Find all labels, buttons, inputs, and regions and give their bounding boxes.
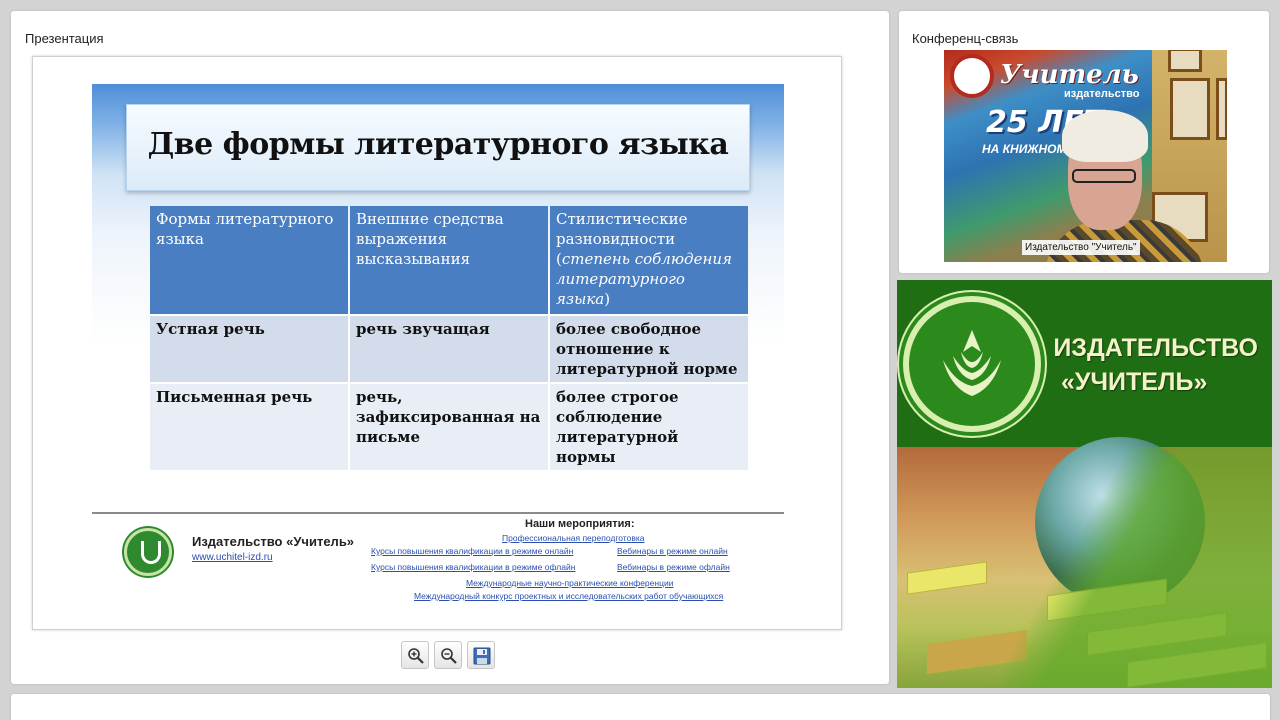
banner-text: Учитель (1000, 60, 1139, 90)
zoom-in-button[interactable] (401, 641, 429, 669)
slide-title: Две формы литературного языка (147, 127, 729, 162)
zoom-out-icon (441, 648, 457, 664)
publisher-logo-icon (124, 528, 172, 576)
table-header-cell: Внешние средства выражения высказывания (350, 206, 548, 314)
table-cell: речь, зафиксированная на письме (350, 384, 548, 470)
event-link[interactable]: Международный конкурс проектных и исслед… (414, 591, 723, 601)
slide-footer: Издательство «Учитель» www.uchitel-izd.r… (92, 512, 784, 607)
table-row: Устная речь речь звучащая более свободно… (150, 316, 748, 382)
slide-title-box: Две формы литературного языка (126, 104, 750, 191)
ad-title-line: «УЧИТЕЛЬ» (1061, 368, 1208, 396)
event-link[interactable]: Вебинары в режиме офлайн (617, 562, 730, 572)
table-cell: более строгое соблюдение литературной но… (550, 384, 748, 470)
publisher-ad-banner[interactable]: ИЗДАТЕЛЬСТВО «УЧИТЕЛЬ» (897, 280, 1272, 688)
wall-frame (1168, 50, 1202, 72)
conference-panel: Конференц-связь Учитель издательство 25 … (899, 11, 1269, 273)
table-cell: Письменная речь (150, 384, 348, 470)
presentation-panel: Презентация Две формы литературного язык… (11, 11, 889, 684)
events-title: Наши мероприятия: (525, 518, 635, 530)
video-feed[interactable]: Учитель издательство 25 ЛЕТ НА КНИЖНОМ Р… (944, 50, 1227, 262)
ad-title-line: ИЗДАТЕЛЬСТВО (1053, 334, 1258, 362)
event-link[interactable]: Вебинары в режиме онлайн (617, 546, 728, 556)
table-cell: Устная речь (150, 316, 348, 382)
publisher-url-link[interactable]: www.uchitel-izd.ru (192, 552, 273, 563)
event-link[interactable]: Профессиональная переподготовка (502, 533, 644, 543)
event-link[interactable]: Курсы повышения квалификации в режиме он… (371, 546, 573, 556)
wall-frame (1170, 78, 1210, 140)
slide: Две формы литературного языка Формы лите… (92, 84, 784, 484)
slide-frame: Две формы литературного языка Формы лите… (32, 56, 842, 630)
conference-panel-title: Конференц-связь (912, 31, 1019, 46)
save-button[interactable] (467, 641, 495, 669)
save-icon (473, 647, 491, 665)
video-caption: Издательство "Учитель" (1022, 240, 1140, 255)
banner-text: издательство (1064, 88, 1140, 100)
table-header-cell: Формы литературного языка (150, 206, 348, 314)
table-row: Письменная речь речь, зафиксированная на… (150, 384, 748, 470)
ad-photo (897, 437, 1272, 688)
table-header-cell: Стилистические разновидности (степень со… (550, 206, 748, 314)
zoom-in-icon (408, 648, 424, 664)
speaker-hair (1062, 110, 1148, 162)
banner-logo-icon (950, 54, 994, 98)
banner-text: НА КНИЖНОМ (982, 142, 1067, 156)
table-cell: более свободное отношение к литературной… (550, 316, 748, 382)
speaker-glasses (1072, 169, 1136, 183)
ad-logo-icon (903, 296, 1041, 432)
table-cell: речь звучащая (350, 316, 548, 382)
ad-header: ИЗДАТЕЛЬСТВО «УЧИТЕЛЬ» (897, 280, 1272, 447)
zoom-out-button[interactable] (434, 641, 462, 669)
publisher-name: Издательство «Учитель» (192, 534, 355, 549)
header-italic: степень соблюдения литературного языка (556, 250, 732, 308)
ad-overlay (897, 447, 1272, 688)
header-suffix: ) (604, 290, 611, 308)
wall-frame (1216, 78, 1227, 140)
table-header-row: Формы литературного языка Внешние средст… (150, 206, 748, 314)
event-link[interactable]: Курсы повышения квалификации в режиме оф… (371, 562, 575, 572)
event-link[interactable]: Международные научно-практические конфер… (466, 578, 673, 588)
presentation-panel-title: Презентация (25, 31, 104, 46)
bottom-panel (11, 694, 1270, 720)
slide-table: Формы литературного языка Внешние средст… (148, 204, 750, 472)
